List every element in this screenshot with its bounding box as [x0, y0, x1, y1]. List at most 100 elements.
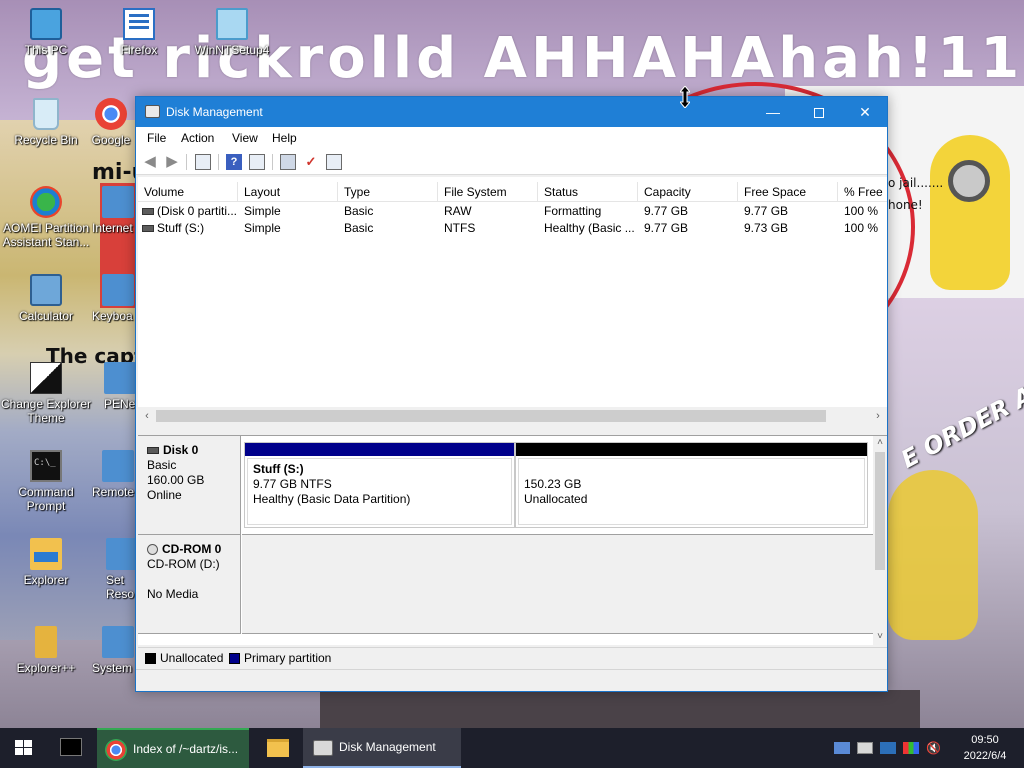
scroll-right-icon[interactable]: ›	[871, 408, 885, 424]
toolbar-separator	[272, 154, 273, 170]
menu-view[interactable]: View	[232, 131, 258, 145]
desktop-icon-command-prompt[interactable]: Command Prompt	[6, 450, 86, 513]
desktop-icon-label: Remote	[92, 485, 135, 499]
type-cell: Basic	[344, 204, 374, 218]
desktop-icon-remote[interactable]: Remote	[92, 450, 136, 499]
menu-help[interactable]: Help	[272, 131, 297, 145]
cmd-icon	[60, 738, 82, 756]
legend-swatch-unallocated	[145, 653, 156, 664]
network-icon	[104, 362, 136, 394]
keyboard-icon	[102, 274, 134, 306]
calculator-icon	[30, 274, 62, 306]
back-arrow-icon[interactable]: ◀	[142, 154, 158, 170]
desktop-icon-keyboard[interactable]: Keyboa	[92, 274, 136, 323]
disk-management-icon	[145, 105, 160, 118]
minion-image	[930, 135, 1010, 290]
desktop-icon-internet[interactable]: Internet	[92, 186, 136, 235]
desktop-icon-penet[interactable]: PENet	[104, 362, 136, 411]
column-percent-free[interactable]: % Free	[838, 182, 887, 202]
column-status[interactable]: Status	[538, 182, 638, 202]
menu-action[interactable]: Action	[181, 131, 214, 145]
disk-state: Online	[147, 488, 182, 502]
taskbar: Index of /~dartz/is... Disk Management 🔇…	[0, 728, 1024, 768]
check-icon[interactable]: ✓	[303, 154, 319, 170]
maximize-icon	[814, 108, 824, 119]
table-row[interactable]: Stuff (S:) Simple Basic NTFS Healthy (Ba…	[138, 220, 887, 237]
scrollbar-thumb[interactable]	[156, 410, 826, 422]
disk-0-label[interactable]: Disk 0 Basic 160.00 GB Online	[138, 436, 241, 535]
color-icon[interactable]	[903, 742, 919, 754]
show-pane-icon[interactable]	[249, 154, 265, 170]
partition-unallocated[interactable]: 150.23 GB Unallocated	[515, 442, 868, 528]
desktop-icon-winntsetup[interactable]: WinNTSetup4	[192, 8, 272, 57]
mute-icon[interactable]: 🔇	[926, 742, 942, 754]
column-capacity[interactable]: Capacity	[638, 182, 738, 202]
taskbar-explorer[interactable]	[255, 728, 303, 768]
desktop-icon-recycle-bin[interactable]: Recycle Bin	[6, 98, 86, 147]
explorer-icon	[30, 538, 62, 570]
vertical-scrollbar[interactable]: ˄ ˅	[873, 436, 887, 645]
desktop-icon-google[interactable]: Google	[86, 98, 136, 147]
desktop-icon-aomei[interactable]: AOMEI Partition Assistant Stan...	[0, 186, 92, 249]
desktop-icon-label: Recycle Bin	[14, 133, 78, 147]
scroll-down-icon[interactable]: ˅	[873, 630, 887, 644]
partition-info: Stuff (S:) 9.77 GB NTFS Healthy (Basic D…	[247, 458, 512, 525]
disk-management-icon	[313, 740, 333, 756]
wallpaper-dark-area	[320, 690, 920, 728]
fs-cell: RAW	[444, 204, 472, 218]
taskbar-cmd[interactable]	[48, 728, 96, 768]
cdrom-0-label[interactable]: CD-ROM 0 CD-ROM (D:) No Media	[138, 535, 241, 634]
desktop-icon-firefox[interactable]: Firefox	[99, 8, 179, 57]
desktop-icon-this-pc[interactable]: This PC	[6, 8, 86, 57]
column-free-space[interactable]: Free Space	[738, 182, 838, 202]
desktop-icon-label: Calculator	[18, 309, 74, 323]
cdrom-0-row: CD-ROM 0 CD-ROM (D:) No Media	[138, 535, 873, 634]
minimize-button[interactable]: —	[750, 97, 796, 127]
close-button[interactable]: ✕	[842, 97, 888, 127]
desktop-icon-explorer[interactable]: Explorer	[6, 538, 86, 587]
type-cell: Basic	[344, 221, 374, 235]
legend-swatch-primary	[229, 653, 240, 664]
title-bar[interactable]: Disk Management — ✕	[136, 97, 887, 127]
desktop-icon-calculator[interactable]: Calculator	[6, 274, 86, 323]
column-layout[interactable]: Layout	[238, 182, 338, 202]
connect-icon[interactable]	[280, 154, 296, 170]
scrollbar-thumb[interactable]	[875, 452, 885, 570]
partition-stuff[interactable]: Stuff (S:) 9.77 GB NTFS Healthy (Basic D…	[244, 442, 515, 528]
keyboard-icon[interactable]	[857, 742, 873, 754]
menu-file[interactable]: File	[147, 131, 166, 145]
help-icon[interactable]: ?	[226, 154, 242, 170]
computer-icon	[30, 8, 62, 40]
disk-graphical-view: Disk 0 Basic 160.00 GB Online Stuff (S:)…	[138, 435, 887, 645]
desktop-icon-label: AOMEI Partition Assistant Stan...	[2, 221, 90, 249]
network-icon[interactable]	[834, 742, 850, 754]
percent-free-cell: 100 %	[844, 204, 879, 218]
desktop-icon-explorerpp[interactable]: Explorer++	[6, 626, 86, 675]
scroll-up-icon[interactable]: ˄	[873, 436, 887, 450]
clock[interactable]: 09:50 2022/6/4	[952, 732, 1018, 764]
column-file-system[interactable]: File System	[438, 182, 538, 202]
display-icon[interactable]	[880, 742, 896, 754]
column-volume[interactable]: Volume	[138, 182, 238, 202]
disk-management-window[interactable]: Disk Management — ✕ File Action View Hel…	[135, 96, 888, 692]
taskbar-chrome[interactable]: Index of /~dartz/is...	[97, 728, 249, 768]
fs-cell: NTFS	[444, 221, 476, 235]
pane-splitter[interactable]	[138, 427, 887, 435]
start-button[interactable]	[0, 728, 48, 768]
desktop-icon-set-resolution[interactable]: Set Reso	[106, 538, 136, 601]
recycle-bin-icon	[33, 98, 59, 130]
maximize-button[interactable]	[796, 97, 842, 127]
taskbar-disk-management[interactable]: Disk Management	[303, 728, 461, 768]
horizontal-scrollbar[interactable]: ‹ ›	[138, 407, 887, 425]
desktop-icon-change-explorer-theme[interactable]: Change Explorer Theme	[0, 362, 92, 425]
scroll-left-icon[interactable]: ‹	[140, 408, 154, 424]
forward-arrow-icon[interactable]: ▶	[164, 154, 180, 170]
disk-kind: Basic	[147, 458, 177, 472]
column-type[interactable]: Type	[338, 182, 438, 202]
table-row[interactable]: (Disk 0 partiti... Simple Basic RAW Form…	[138, 203, 887, 220]
list-icon[interactable]	[326, 154, 342, 170]
volume-list-header: Volume Layout Type File System Status Ca…	[138, 182, 887, 202]
desktop-icon-system[interactable]: System	[92, 626, 136, 675]
desktop-icon-label: Google	[91, 133, 131, 147]
properties-icon[interactable]	[195, 154, 211, 170]
